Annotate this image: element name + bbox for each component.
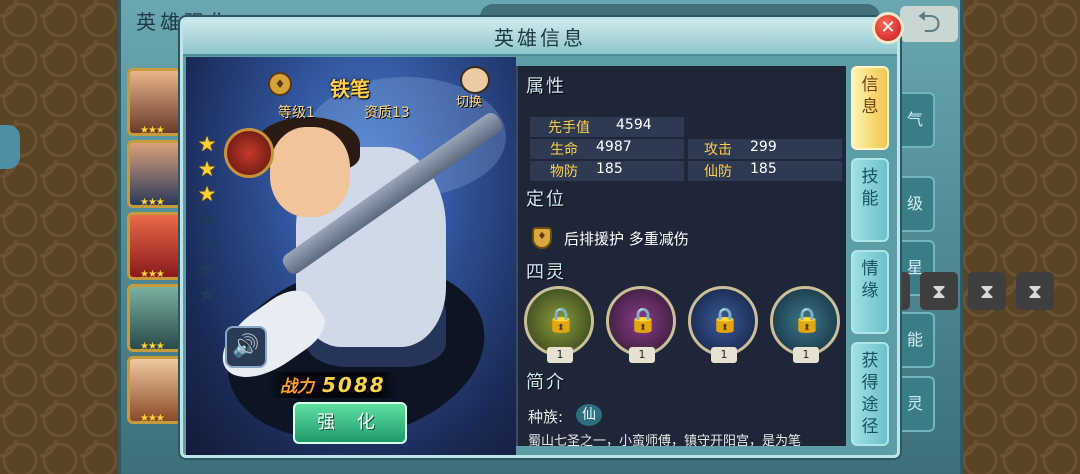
- dialog-title: 英雄信息: [183, 20, 897, 56]
- attributes-title: 属性: [526, 76, 566, 97]
- tab-skills[interactable]: 技能: [851, 158, 889, 242]
- phys-def-label: 物防: [550, 164, 578, 180]
- close-button[interactable]: ✕: [872, 12, 904, 44]
- magic-def-label: 仙防: [704, 164, 732, 180]
- power-label: 战力: [280, 377, 314, 397]
- positioning-text: 后排援护 多重减伤: [564, 230, 689, 248]
- hero-portrait-list: ★★★ ★★★ ★★★ ★★★ ★★★: [127, 68, 183, 458]
- hero-name: 铁笔: [330, 77, 370, 101]
- tab-label: 获得途径: [861, 351, 879, 437]
- tab-obtain-methods[interactable]: 获得途径: [851, 342, 889, 446]
- tab-label: 信息: [861, 75, 879, 117]
- background-side-tab: 灵: [895, 376, 935, 432]
- phys-def-value: 185: [596, 161, 623, 177]
- magic-def-value: 185: [750, 161, 777, 177]
- hp-value: 4987: [596, 139, 632, 155]
- hero-portrait[interactable]: ★★★: [127, 212, 183, 280]
- portrait-stars: ★★★: [140, 413, 165, 424]
- spirit-count: 1: [793, 347, 819, 363]
- hp-label: 生命: [550, 142, 578, 158]
- star-filled-icon: ★: [197, 132, 217, 156]
- spirit-count: 1: [711, 347, 737, 363]
- lock-icon: 🔒: [546, 306, 576, 334]
- spirit-slot[interactable]: 🔒 1: [606, 286, 676, 363]
- tab-info[interactable]: 信息: [851, 66, 889, 150]
- intro-title: 简介: [526, 372, 566, 393]
- race-label: 种族:: [528, 408, 564, 426]
- attack-label: 攻击: [704, 142, 732, 158]
- tab-label: 技能: [861, 167, 879, 209]
- hourglass-icon[interactable]: ⧗: [920, 272, 958, 310]
- portrait-stars: ★★★: [140, 269, 165, 280]
- star-empty-icon: ★: [197, 232, 217, 256]
- hero-portrait[interactable]: ★★★: [127, 356, 183, 424]
- hero-quality: 资质13: [364, 105, 410, 121]
- background-side-tab: 级: [895, 176, 935, 232]
- star-filled-icon: ★: [197, 182, 217, 206]
- first-strike-label: 先手值: [548, 120, 590, 136]
- star-empty-icon: ★: [197, 282, 217, 306]
- info-panel: 属性 先手值 4594 生命 4987 攻击 299 物防 185 仙防 185…: [516, 66, 846, 446]
- star-rating: ★ ★ ★ ★ ★ ★ ★: [196, 133, 220, 308]
- faction-emblem-icon: [224, 128, 274, 178]
- back-arrow-icon[interactable]: ⮌: [900, 6, 958, 42]
- portrait-stars: ★★★: [140, 197, 165, 208]
- hourglass-icon[interactable]: ⧗: [1016, 272, 1054, 310]
- first-strike-value: 4594: [616, 117, 652, 133]
- power-value: 5088: [322, 373, 386, 397]
- background-side-tab: 能: [895, 312, 935, 368]
- hero-portrait[interactable]: ★★★: [127, 68, 183, 136]
- rank-shield-icon: ♦: [268, 72, 292, 96]
- enhance-button[interactable]: 强 化: [293, 402, 407, 444]
- left-drawer-handle[interactable]: [0, 125, 20, 169]
- background-side-tab: 气: [895, 92, 935, 148]
- combat-power: 战力 5088: [268, 372, 398, 398]
- portrait-stars: ★★★: [140, 125, 165, 136]
- shield-icon: ♦: [532, 227, 552, 249]
- hero-portrait[interactable]: ★★★: [127, 284, 183, 352]
- hourglass-icon[interactable]: ⧗: [968, 272, 1006, 310]
- spirit-slot[interactable]: 🔒 1: [524, 286, 594, 363]
- attack-value: 299: [750, 139, 777, 155]
- spirit-slot[interactable]: 🔒 1: [688, 286, 758, 363]
- lock-icon: 🔒: [628, 306, 658, 334]
- switch-label[interactable]: 切换: [456, 91, 482, 110]
- star-empty-icon: ★: [197, 207, 217, 231]
- spirit-count: 1: [547, 347, 573, 363]
- tab-label: 情缘: [861, 259, 879, 301]
- portrait-stars: ★★★: [140, 341, 165, 352]
- tab-bonds[interactable]: 情缘: [851, 250, 889, 334]
- lock-icon: 🔒: [792, 306, 822, 334]
- star-filled-icon: ★: [197, 157, 217, 181]
- star-empty-icon: ★: [197, 257, 217, 281]
- lock-icon: 🔒: [710, 306, 740, 334]
- intro-text: 蜀山七圣之一，小蛮师傅，镇守开阳宫，是为笔: [528, 434, 802, 446]
- hero-level: 等级1: [278, 105, 315, 121]
- speaker-icon[interactable]: 🔊: [225, 326, 267, 368]
- spirit-slot[interactable]: 🔒 1: [770, 286, 840, 363]
- spirits-title: 四灵: [526, 262, 566, 283]
- race-value: 仙: [576, 404, 602, 426]
- spirit-count: 1: [629, 347, 655, 363]
- hero-portrait[interactable]: ★★★: [127, 140, 183, 208]
- hero-figure-head: [270, 127, 350, 217]
- positioning-title: 定位: [526, 189, 566, 210]
- switch-avatar-icon[interactable]: [460, 66, 490, 94]
